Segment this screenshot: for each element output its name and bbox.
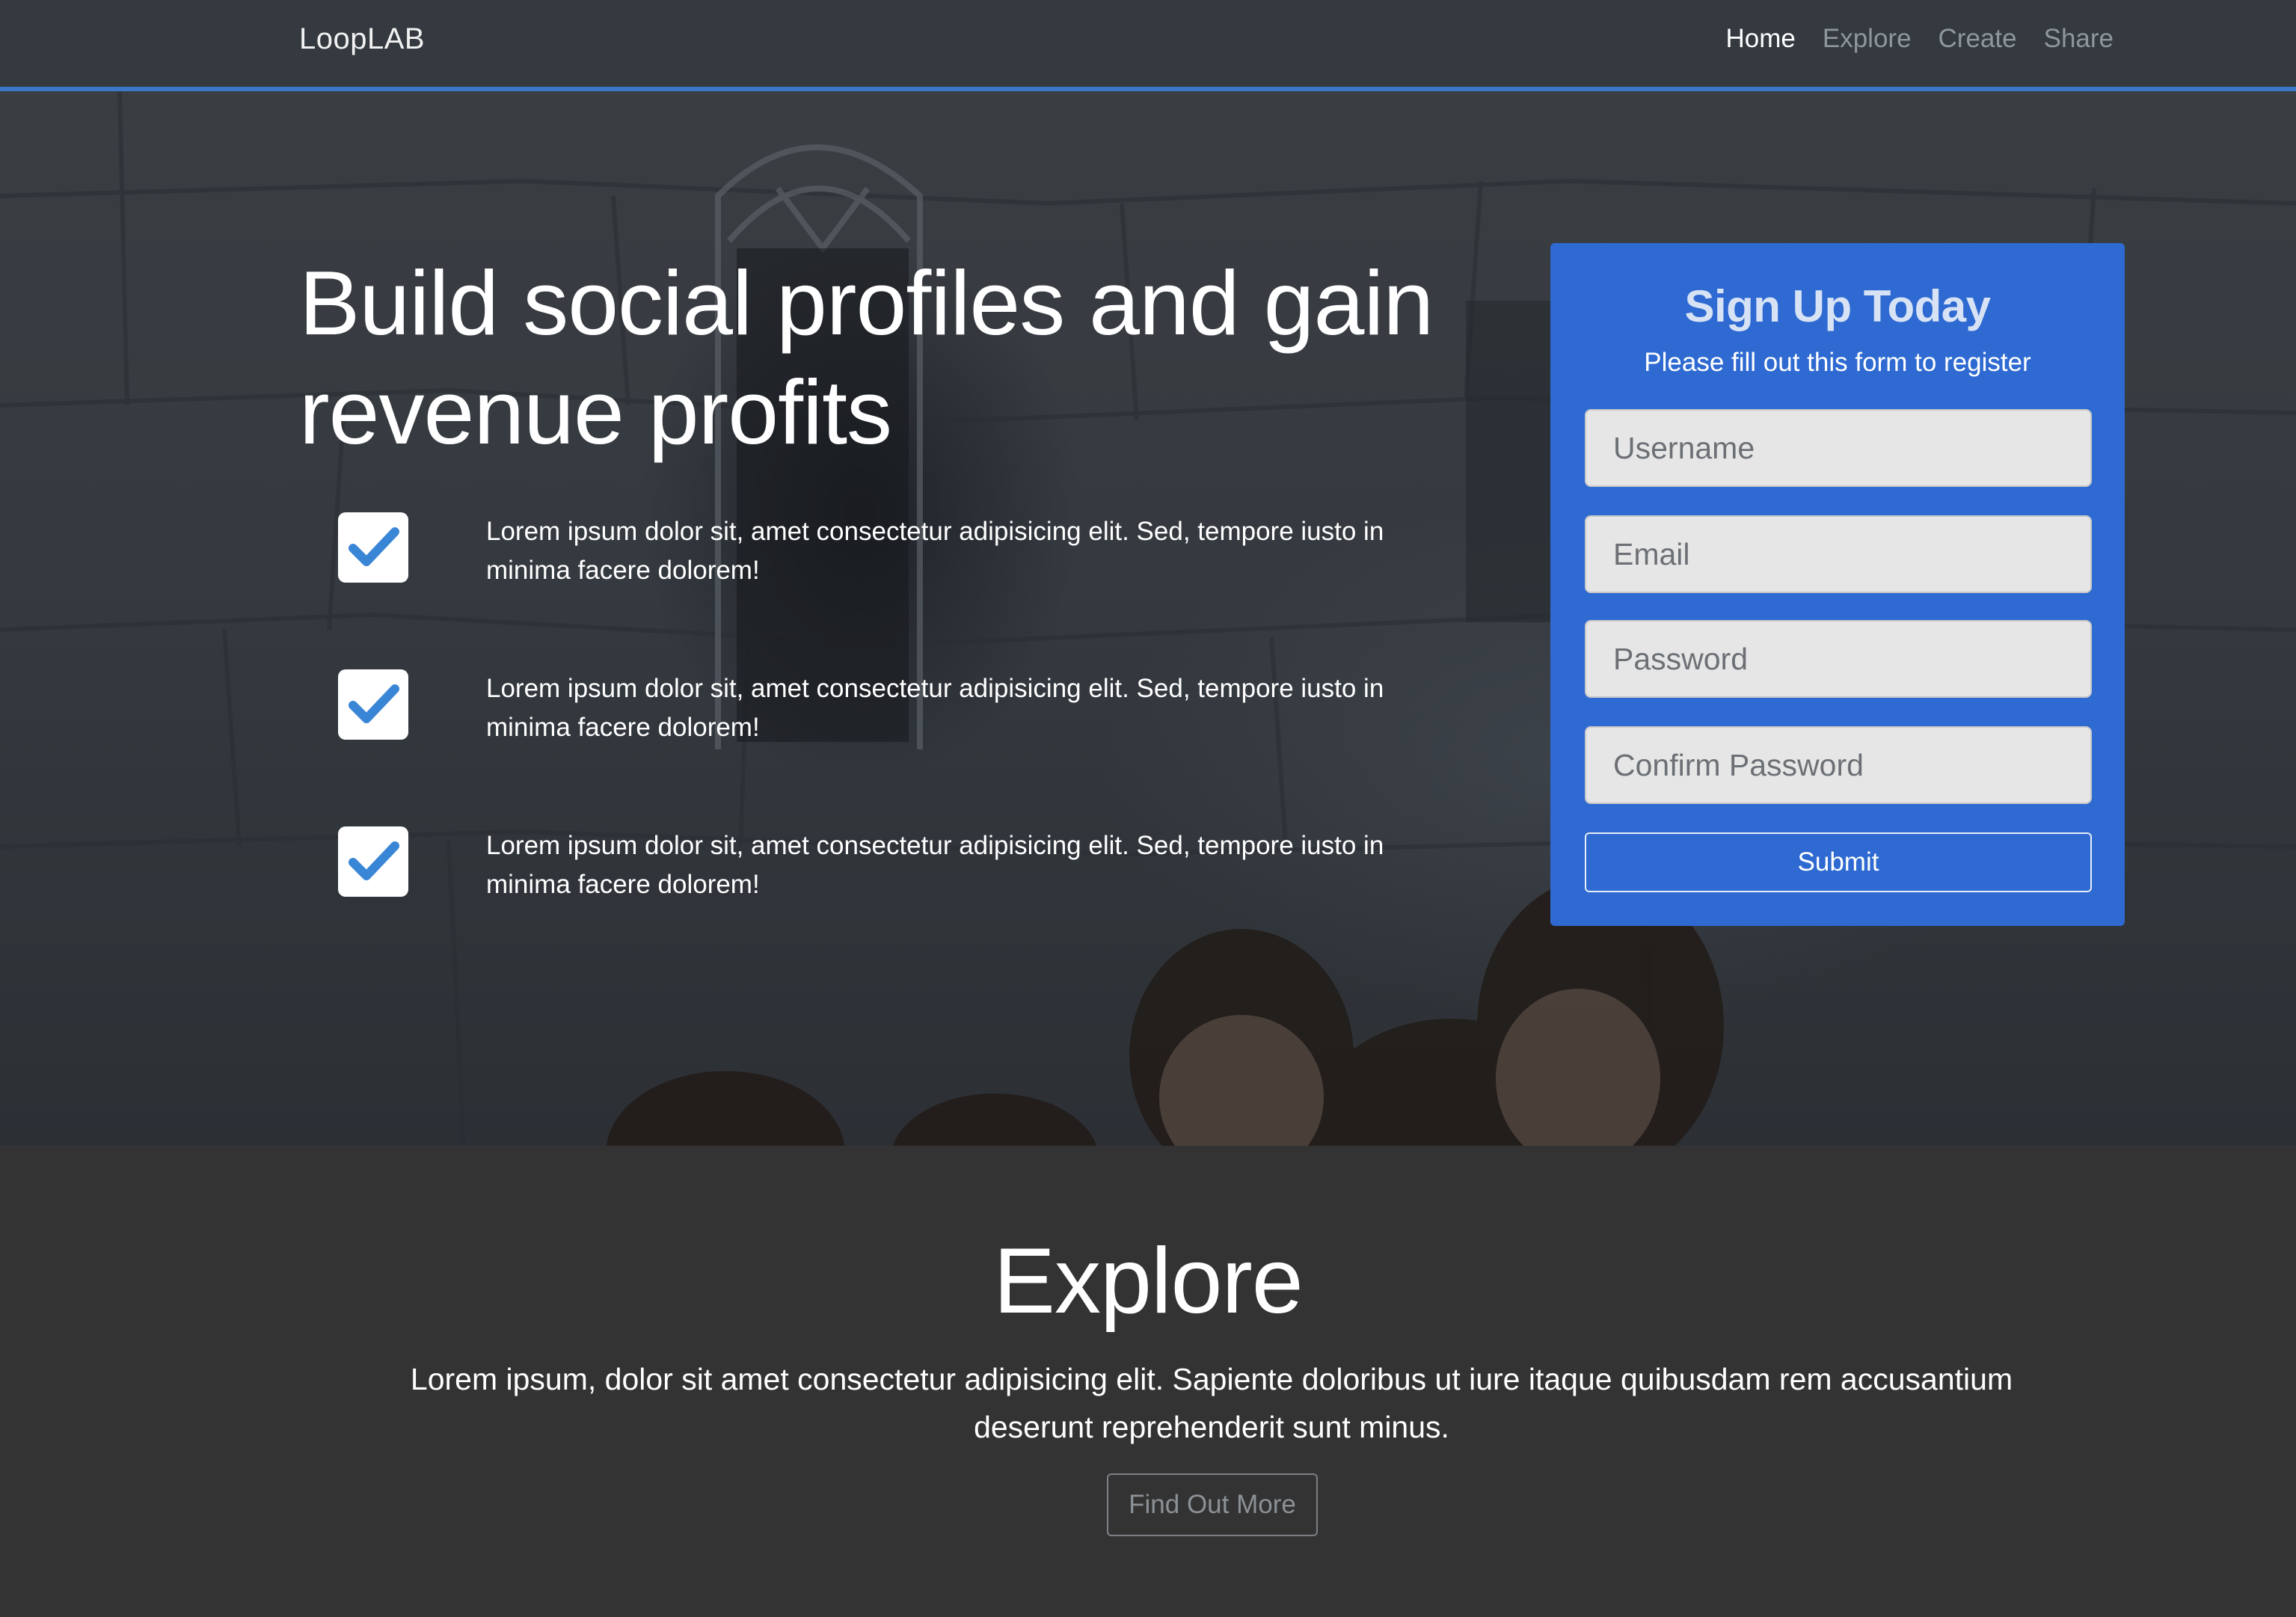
explore-section: Explore Lorem ipsum, dolor sit amet cons…: [0, 1146, 2296, 1617]
nav-link-explore[interactable]: Explore: [1823, 24, 1912, 54]
nav-link-home[interactable]: Home: [1725, 24, 1795, 54]
hero-section: Build social profiles and gain revenue p…: [0, 91, 2296, 1146]
nav-links: Home Explore Create Share: [1725, 24, 2114, 54]
headline-part-2: social profiles: [523, 252, 1065, 354]
signup-subtitle: Please fill out this form to register: [1644, 348, 2031, 377]
nav-link-create[interactable]: Create: [1939, 24, 2017, 54]
confirm-password-field[interactable]: [1585, 726, 2092, 804]
explore-text: Lorem ipsum, dolor sit amet consectetur …: [410, 1362, 2013, 1444]
explore-title: Explore: [993, 1230, 1303, 1333]
headline-part-1: Build: [299, 252, 524, 354]
check-icon: [338, 512, 408, 583]
nav-link-share[interactable]: Share: [2044, 24, 2114, 54]
submit-button[interactable]: Submit: [1585, 832, 2092, 892]
email-field[interactable]: [1585, 515, 2092, 593]
feature-text: Lorem ipsum dolor sit, amet consectetur …: [486, 517, 1384, 585]
feature-text: Lorem ipsum dolor sit, amet consectetur …: [486, 674, 1384, 742]
signup-title: Sign Up Today: [1684, 281, 1991, 331]
headline-part-4: profits: [648, 361, 892, 463]
navbar: LoopLAB Home Explore Create Share: [0, 0, 2296, 91]
signup-form: Sign Up Today Please fill out this form …: [1550, 243, 2125, 926]
check-icon: [338, 826, 408, 897]
feature-text: Lorem ipsum dolor sit, amet consectetur …: [486, 831, 1384, 899]
check-icon: [338, 669, 408, 740]
brand-logo[interactable]: LoopLAB: [299, 22, 425, 56]
password-field[interactable]: [1585, 620, 2092, 698]
username-field[interactable]: [1585, 409, 2092, 487]
hero-headline: Build social profiles and gain revenue p…: [299, 248, 1496, 467]
find-out-more-button[interactable]: Find Out More: [1107, 1473, 1318, 1536]
